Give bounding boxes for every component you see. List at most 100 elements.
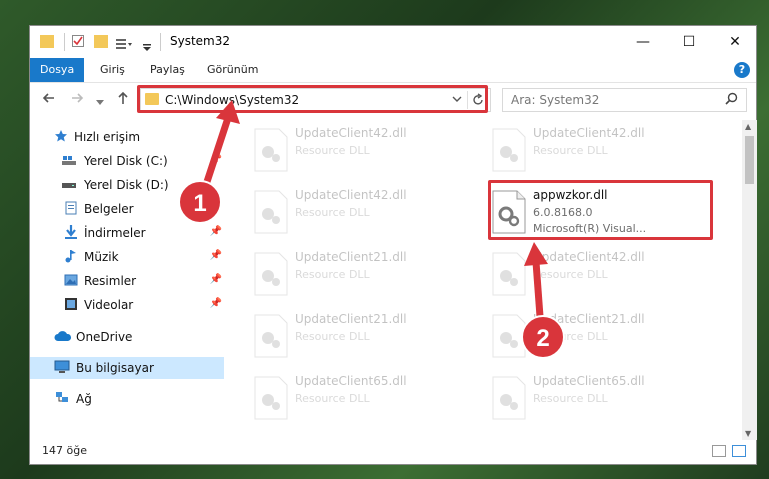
window-title: System32	[170, 34, 231, 48]
file-item[interactable]: UpdateClient42.dll Resource DLL	[483, 246, 713, 302]
back-button[interactable]	[42, 91, 56, 109]
help-icon[interactable]: ?	[734, 62, 750, 78]
ribbon-tabs: Dosya Giriş Paylaş Görünüm ?	[30, 58, 756, 83]
file-description: Resource DLL	[295, 330, 370, 343]
dll-file-icon	[254, 314, 288, 358]
network-icon	[56, 392, 68, 402]
file-description: Resource DLL	[533, 268, 608, 281]
folder-icon	[40, 35, 54, 48]
file-item[interactable]: UpdateClient21.dll Resource DLL	[245, 246, 475, 302]
title-bar: System32 — ☐ ✕	[30, 26, 756, 58]
file-name: UpdateClient42.dll	[533, 126, 645, 140]
file-item[interactable]: UpdateClient21.dll Resource DLL	[483, 308, 713, 364]
pin-icon: 📌	[209, 154, 222, 165]
sidebar-item-label: Müzik	[84, 250, 119, 264]
video-icon	[65, 298, 77, 310]
scroll-up-icon[interactable]: ▲	[745, 122, 751, 131]
separator	[64, 33, 65, 51]
new-folder-icon[interactable]	[94, 35, 108, 48]
navigation-bar: C:\Windows\System32 Ara: System32	[30, 83, 756, 117]
file-description: Resource DLL	[533, 144, 608, 157]
sidebar-item-music[interactable]: Müzik 📌	[30, 246, 224, 268]
file-name: UpdateClient21.dll	[295, 312, 407, 326]
scroll-down-icon[interactable]: ▼	[745, 429, 751, 438]
dll-file-icon	[254, 128, 288, 172]
maximize-button[interactable]: ☐	[666, 26, 712, 58]
search-icon	[725, 92, 738, 109]
picture-icon	[64, 274, 78, 286]
tab-view[interactable]: Görünüm	[207, 58, 258, 82]
sidebar-item-label: Belgeler	[84, 202, 134, 216]
download-icon	[65, 225, 77, 239]
file-name: UpdateClient42.dll	[533, 250, 645, 264]
document-icon	[65, 201, 77, 215]
computer-icon	[54, 360, 70, 373]
step-1-badge: 1	[178, 180, 222, 224]
sidebar-item-network[interactable]: Ağ	[30, 388, 224, 410]
sidebar-item-local-disk-c[interactable]: Yerel Disk (C:) 📌	[30, 150, 224, 172]
properties-icon[interactable]	[72, 35, 84, 47]
status-bar: 147 öğe	[30, 440, 756, 464]
address-highlight-box	[137, 85, 488, 113]
file-name: UpdateClient42.dll	[295, 188, 407, 202]
vertical-scrollbar[interactable]: ▲ ▼	[742, 120, 757, 440]
file-name: UpdateClient65.dll	[533, 374, 645, 388]
file-item[interactable]: UpdateClient21.dll Resource DLL	[245, 308, 475, 364]
tab-file[interactable]: Dosya	[30, 58, 85, 82]
sidebar-item-pictures[interactable]: Resimler 📌	[30, 270, 224, 292]
sidebar-item-label: Ağ	[76, 392, 92, 406]
sidebar-item-downloads[interactable]: İndirmeler 📌	[30, 222, 224, 244]
pin-icon: 📌	[209, 274, 222, 285]
up-button[interactable]	[116, 91, 130, 109]
sidebar-item-this-pc[interactable]: Bu bilgisayar	[30, 357, 224, 379]
file-description: Resource DLL	[533, 392, 608, 405]
recent-locations-button[interactable]	[96, 94, 104, 110]
dll-file-icon	[254, 252, 288, 296]
forward-button[interactable]	[70, 91, 84, 109]
sidebar-item-label: Hızlı erişim	[74, 130, 141, 144]
file-item[interactable]: UpdateClient42.dll Resource DLL	[245, 184, 475, 240]
file-name: UpdateClient21.dll	[295, 250, 407, 264]
step-2-badge: 2	[521, 315, 565, 359]
file-highlight-box	[488, 180, 713, 240]
scroll-thumb[interactable]	[745, 136, 754, 184]
pin-icon: 📌	[209, 298, 222, 309]
minimize-button[interactable]: —	[620, 26, 666, 58]
sidebar-item-label: Bu bilgisayar	[76, 361, 154, 375]
dll-file-icon	[254, 376, 288, 420]
dll-file-icon	[492, 252, 526, 296]
tab-share[interactable]: Paylaş	[150, 58, 185, 82]
dll-file-icon	[492, 376, 526, 420]
sidebar-item-label: İndirmeler	[84, 226, 146, 240]
file-item[interactable]: UpdateClient42.dll Resource DLL	[483, 122, 713, 178]
tab-home[interactable]: Giriş	[100, 58, 125, 82]
sidebar-item-label: OneDrive	[76, 330, 133, 344]
file-name: UpdateClient65.dll	[295, 374, 407, 388]
sidebar-item-label: Yerel Disk (C:)	[84, 154, 168, 168]
file-description: Resource DLL	[295, 144, 370, 157]
pin-icon: 📌	[209, 226, 222, 237]
file-description: Resource DLL	[295, 268, 370, 281]
sidebar-item-onedrive[interactable]: OneDrive	[30, 326, 224, 348]
details-view-icon[interactable]	[712, 445, 726, 457]
sidebar-item-label: Videolar	[84, 298, 134, 312]
file-item[interactable]: UpdateClient42.dll Resource DLL	[245, 122, 475, 178]
search-input[interactable]: Ara: System32	[502, 88, 747, 112]
sidebar-item-quick-access[interactable]: Hızlı erişim	[30, 126, 224, 148]
customize-toolbar-icon[interactable]	[142, 37, 152, 55]
explorer-window: System32 — ☐ ✕ Dosya Giriş Paylaş Görünü…	[29, 25, 757, 465]
large-icons-view-icon[interactable]	[732, 445, 746, 457]
file-item[interactable]: UpdateClient65.dll Resource DLL	[483, 370, 713, 426]
file-item[interactable]: UpdateClient65.dll Resource DLL	[245, 370, 475, 426]
item-count: 147 öğe	[42, 444, 87, 457]
navigation-pane: Hızlı erişim Yerel Disk (C:) 📌 Yerel Dis…	[30, 122, 226, 432]
sidebar-item-videos[interactable]: Videolar 📌	[30, 294, 224, 316]
file-description: Resource DLL	[295, 392, 370, 405]
file-description: Resource DLL	[295, 206, 370, 219]
view-options-icon[interactable]	[116, 35, 132, 49]
star-icon	[55, 130, 67, 142]
sidebar-item-label: Resimler	[84, 274, 137, 288]
close-button[interactable]: ✕	[712, 26, 758, 58]
music-icon	[65, 250, 76, 263]
separator	[160, 33, 161, 51]
